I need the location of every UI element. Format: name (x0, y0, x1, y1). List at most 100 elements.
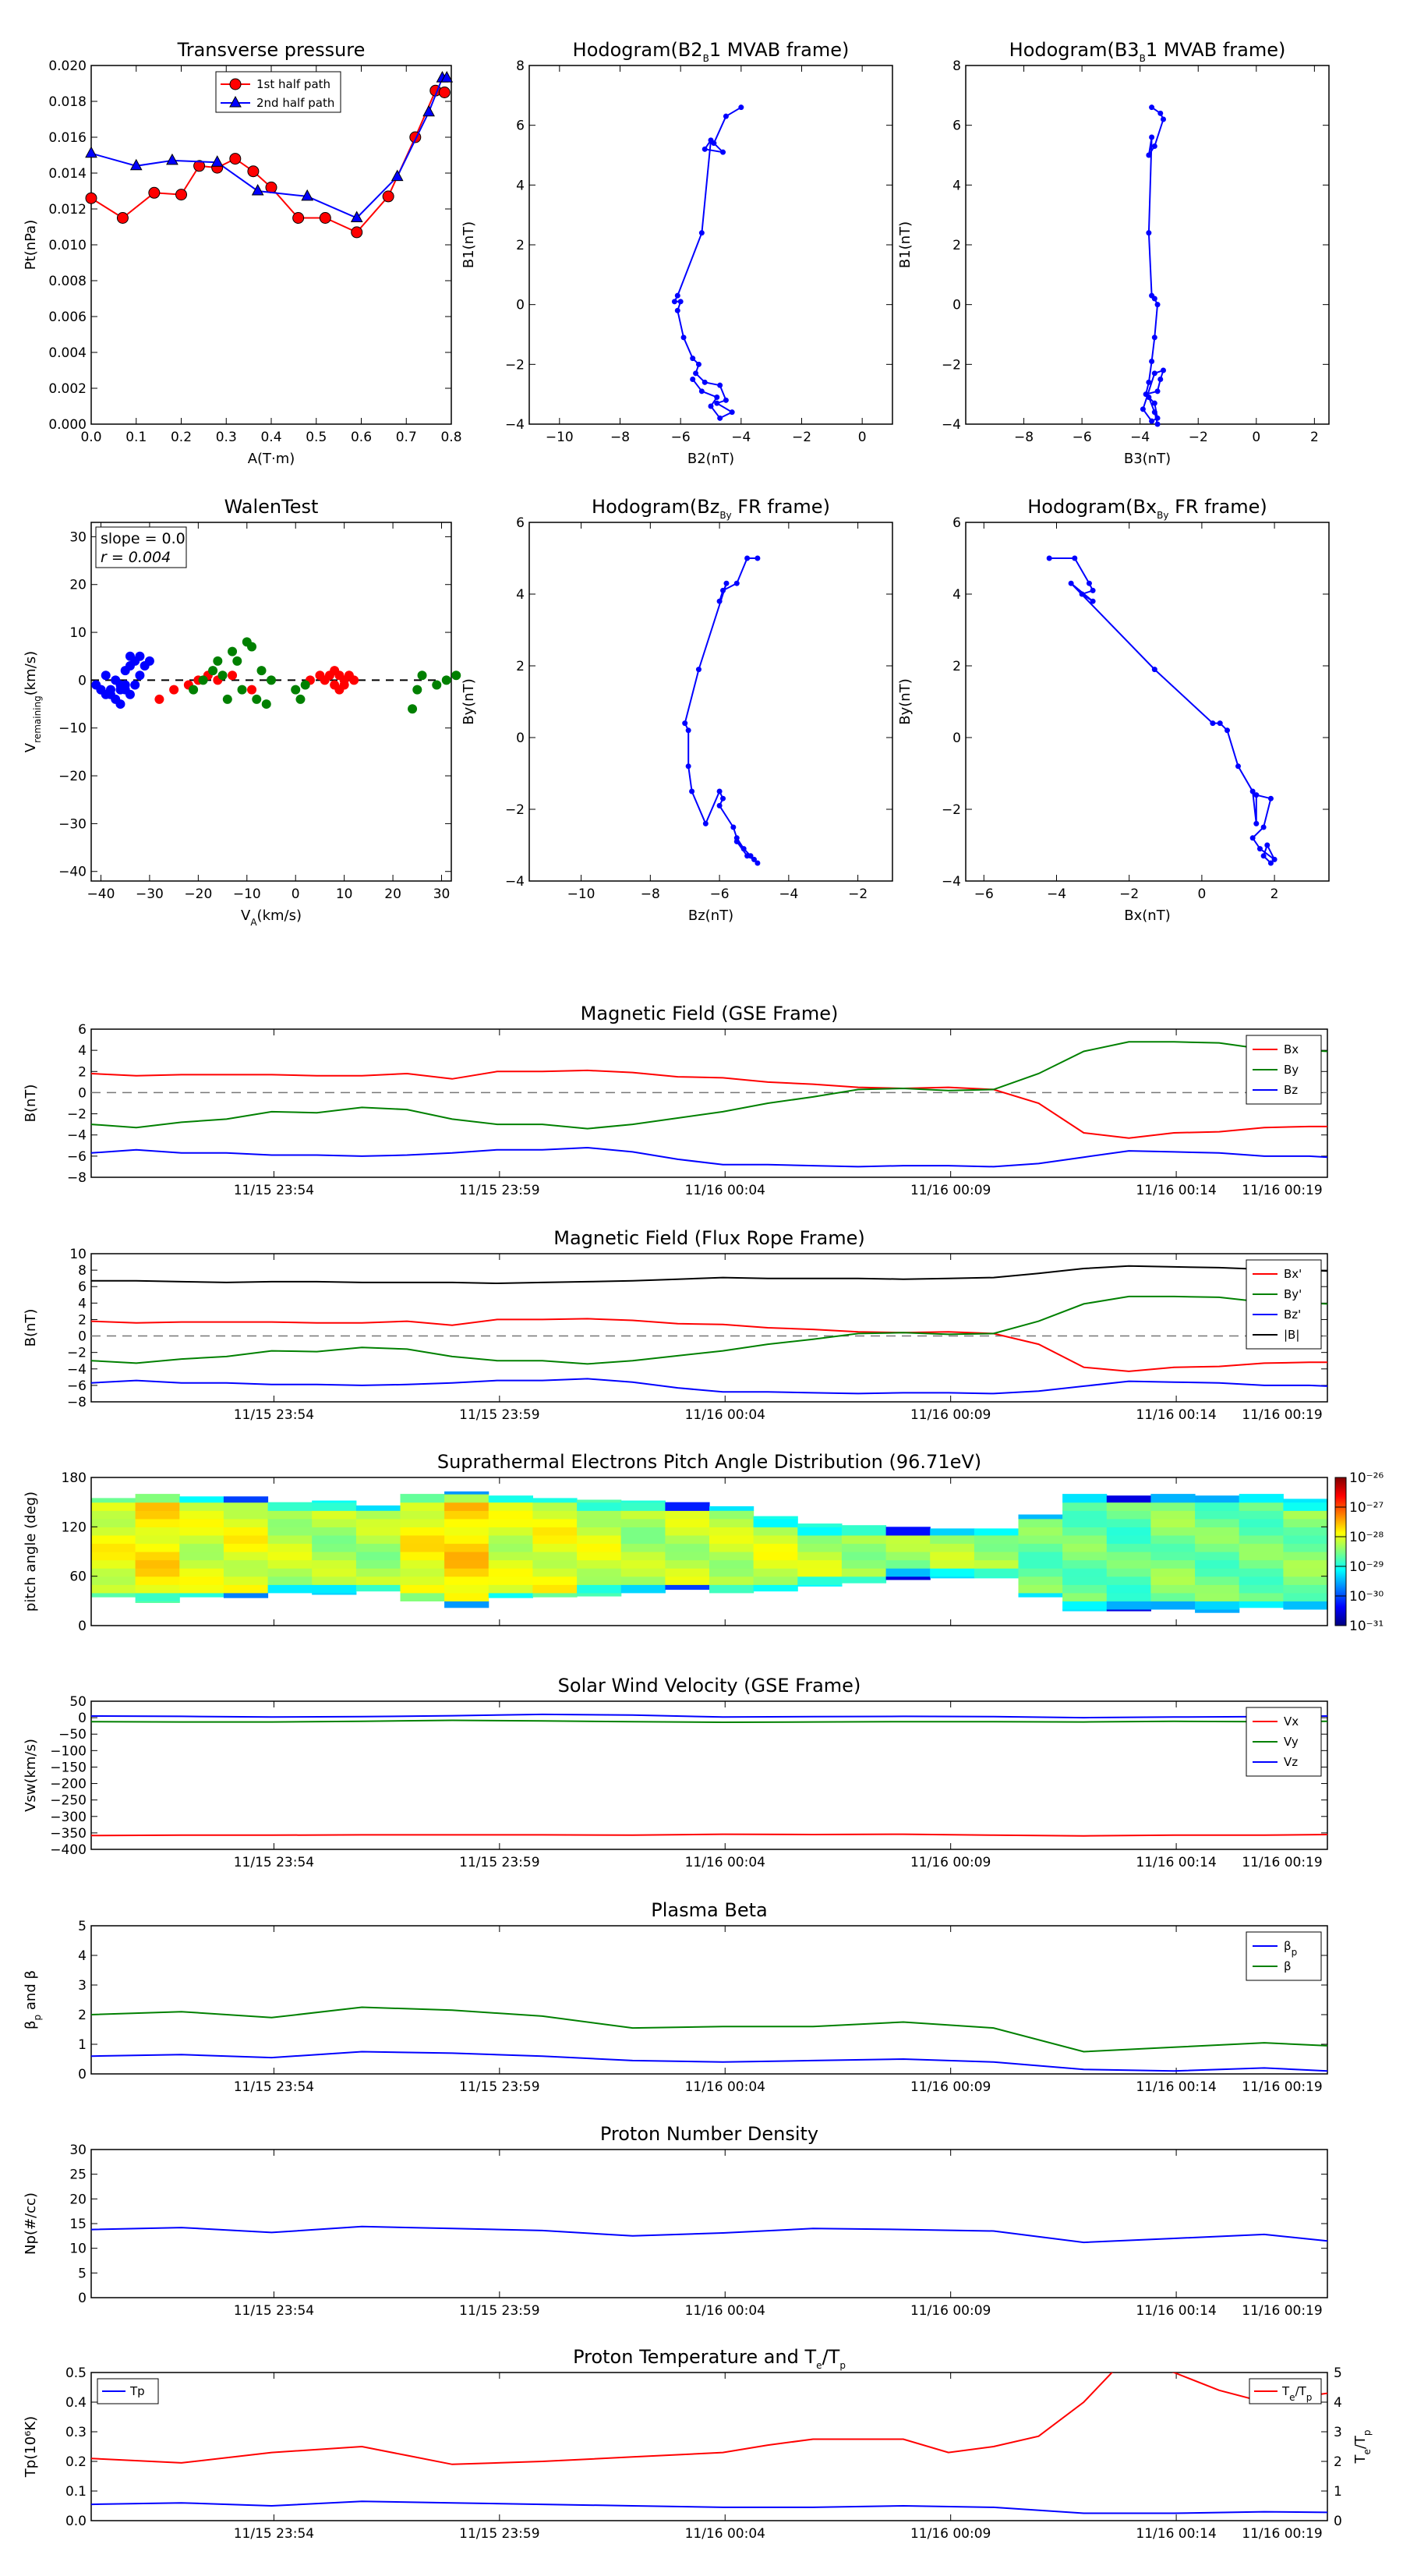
heatmap-cell (179, 1592, 224, 1598)
heatmap-cell (1018, 1568, 1063, 1577)
heatmap-cell (1018, 1584, 1063, 1594)
heatmap-cell (1018, 1552, 1063, 1561)
heatmap-cell (1062, 1559, 1108, 1569)
heatmap-cell (267, 1518, 313, 1527)
data-point (1157, 110, 1164, 116)
heatmap-cell (1106, 1510, 1151, 1520)
heatmap-cell (1195, 1559, 1240, 1569)
heatmap-cell (135, 1510, 180, 1520)
heatmap-cell (1062, 1518, 1108, 1527)
label-subscript: p (1362, 2429, 1373, 2436)
series-line-By (90, 1041, 1328, 1130)
heatmap-cell (179, 1502, 224, 1511)
legend-label: β (1284, 1959, 1292, 1973)
heatmap-cell (1106, 1495, 1151, 1503)
data-point (720, 587, 726, 593)
x-axis-label: A(T·m) (248, 451, 295, 467)
heatmap-cell (355, 1527, 401, 1536)
colorbar-label: 10⁻²⁶ (1349, 1470, 1384, 1486)
data-point (698, 388, 705, 395)
xtick-label: −20 (184, 886, 212, 902)
heatmap-cell (532, 1552, 578, 1561)
heatmap-cell (91, 1576, 136, 1585)
xtick-label: 0.0 (80, 430, 101, 445)
xtick-label: 0.4 (260, 430, 281, 445)
label-part: Proton Temperature and T (573, 2346, 816, 2368)
data-point (1260, 853, 1267, 859)
xtick-label: 11/16 00:09 (910, 1855, 991, 1870)
heatmap-cell (885, 1568, 931, 1577)
data-point (723, 397, 729, 403)
heatmap-cell (930, 1552, 975, 1561)
heatmap-cell (223, 1527, 269, 1536)
colorbar-bar (1334, 1477, 1347, 1626)
ytick-label: 3 (78, 1978, 87, 1994)
series-line-By (90, 1295, 1328, 1365)
heatmap-cell (1239, 1510, 1284, 1520)
heatmap-cell (179, 1568, 224, 1577)
heatmap-cell (620, 1510, 666, 1520)
heatmap-cell (400, 1527, 445, 1536)
heatmap-cell (532, 1543, 578, 1552)
heatmap-cell (753, 1559, 798, 1569)
ytick-label: −2 (505, 357, 525, 373)
heatmap-cell (797, 1559, 843, 1569)
data-point (733, 838, 740, 844)
ytick-label: 0.008 (48, 274, 87, 289)
label-part: 1 MVAB frame) (709, 39, 850, 61)
data-point (1154, 415, 1161, 421)
data-point (716, 802, 723, 809)
data-point (723, 113, 729, 119)
heatmap-cell (91, 1527, 136, 1536)
ytick-label: 6 (952, 119, 961, 134)
data-point (125, 651, 135, 661)
xtick-label: 20 (384, 886, 401, 902)
series-line-Tp (91, 2500, 1327, 2514)
data-point (422, 104, 435, 117)
heatmap-cell (1239, 1502, 1284, 1511)
label-subscript: p (1306, 2392, 1313, 2403)
heatmap-cell (444, 1534, 489, 1545)
heatmap-cell (753, 1568, 798, 1577)
data-point (251, 183, 264, 196)
heatmap-cell (488, 1584, 533, 1594)
label-part: Hodogram(B3 (1009, 39, 1140, 61)
heatmap-cell (1106, 1592, 1151, 1601)
data-point (1149, 418, 1155, 424)
data-point (1256, 846, 1263, 852)
ytick-label: 0.018 (48, 94, 87, 110)
heatmap-cell (885, 1552, 931, 1561)
series-line-B (91, 1265, 1328, 1285)
heatmap-cell (1195, 1534, 1240, 1545)
xtick-label: 11/16 00:04 (685, 1855, 765, 1870)
heatmap-cell (532, 1568, 578, 1577)
data-point (265, 181, 277, 193)
data-point (693, 370, 699, 377)
xtick-label: 0.1 (125, 430, 147, 445)
data-point (237, 685, 247, 695)
ytick-label: 0 (516, 731, 525, 746)
panel-h2: −4 −2 0 2 4 6 8 −8 −6 −4 −2 0 2 Hodogram(B3B1 MVAB fr… (897, 39, 1330, 467)
ytick-label: 0.004 (48, 345, 87, 361)
heatmap-cell (400, 1518, 445, 1527)
xtick-label: −2 (1119, 886, 1139, 902)
data-point (1149, 359, 1155, 364)
data-point (1086, 580, 1092, 586)
heatmap-cell (91, 1518, 136, 1527)
heatmap-cell (1283, 1601, 1328, 1610)
heatmap-cell (91, 1592, 136, 1598)
heatmap-cell (753, 1584, 798, 1592)
data-point (135, 651, 145, 661)
xtick-label: 11/16 00:19 (1242, 1183, 1322, 1198)
data-point (1154, 388, 1161, 395)
label-part: Tp(10⁶K) (23, 2416, 39, 2478)
label-part: β (23, 2020, 39, 2029)
label-part: Hodogram(Bx (1027, 496, 1157, 518)
axes-frame-mf_fr (90, 1253, 1328, 1403)
data-point (175, 189, 187, 201)
label-part: Hodogram(Bz (592, 496, 719, 518)
x-axis-label: Bz(nT) (688, 908, 733, 924)
heatmap-cell (91, 1534, 136, 1545)
ytick-label: 0.4 (65, 2395, 87, 2411)
heatmap-cell (488, 1543, 533, 1552)
